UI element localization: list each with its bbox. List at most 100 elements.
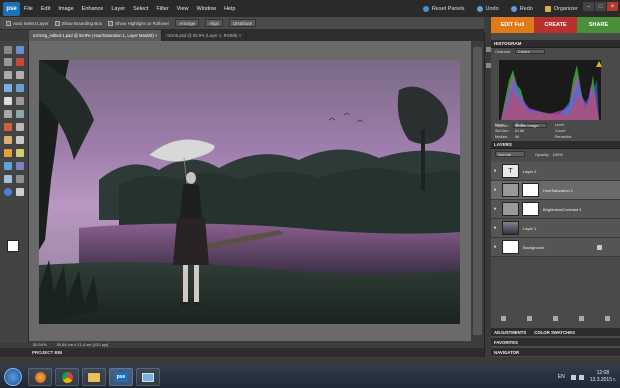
- menu-edit[interactable]: Edit: [41, 6, 50, 12]
- gradient-tool-icon[interactable]: [16, 162, 24, 170]
- minimize-button[interactable]: –: [583, 2, 594, 11]
- shape-tool-icon[interactable]: [4, 175, 12, 183]
- zoom-level[interactable]: 50.94%: [33, 342, 47, 347]
- highlight-checkbox[interactable]: [108, 20, 114, 26]
- visibility-eye-icon[interactable]: ●: [491, 244, 499, 250]
- straighten-tool-icon[interactable]: [16, 110, 24, 118]
- reset-panels-button[interactable]: Reset Panels: [422, 5, 465, 12]
- project-bin-bar[interactable]: PROJECT BIN: [0, 348, 484, 357]
- zoom-tool-icon[interactable]: [16, 46, 24, 54]
- lock-layer-icon[interactable]: [527, 315, 533, 321]
- recompose-tool-icon[interactable]: [4, 110, 12, 118]
- new-layer-icon[interactable]: [552, 315, 558, 321]
- blend-mode-select[interactable]: Normal: [495, 151, 525, 157]
- taskbar-pse[interactable]: pse: [109, 368, 133, 386]
- close-button[interactable]: ×: [607, 2, 618, 11]
- background-layer-thumbnail: [502, 240, 519, 254]
- visibility-eye-icon[interactable]: ●: [491, 206, 499, 212]
- scrollbar-thumb[interactable]: [473, 47, 482, 335]
- share-mode-button[interactable]: SHARE: [577, 17, 620, 33]
- opacity-value[interactable]: 100%: [553, 152, 563, 157]
- healing-brush-icon[interactable]: [16, 123, 24, 131]
- maximize-button[interactable]: □: [595, 2, 606, 11]
- move-tool-icon[interactable]: [4, 46, 12, 54]
- menu-help[interactable]: Help: [224, 6, 235, 12]
- taskbar-explorer[interactable]: [82, 368, 106, 386]
- tab-adjustments[interactable]: ADJUSTMENTS: [494, 330, 526, 335]
- photoshop-elements-window: pse File Edit Image Enhance Layer Select…: [0, 0, 620, 388]
- type-tool-icon[interactable]: [4, 97, 12, 105]
- menu-filter[interactable]: Filter: [156, 6, 168, 12]
- taskbar-chrome[interactable]: [55, 368, 79, 386]
- visibility-eye-icon[interactable]: ●: [491, 187, 499, 193]
- document-size: 40,64 cm x 21,4 cm (120 ppi): [56, 342, 109, 347]
- pencil-tool-icon[interactable]: [16, 149, 24, 157]
- toolbox: [0, 41, 29, 343]
- paint-bucket-icon[interactable]: [4, 162, 12, 170]
- menu-file[interactable]: File: [24, 6, 33, 12]
- clone-stamp-icon[interactable]: [4, 136, 12, 144]
- brush-tool-icon[interactable]: [4, 149, 12, 157]
- organizer-button[interactable]: Organizer: [544, 5, 578, 12]
- foreground-color-swatch[interactable]: [7, 240, 19, 252]
- tab-document-2[interactable]: mOnS.psd @ 50.9% (Layer 1, RGB/8) ×: [162, 30, 247, 41]
- histogram-header[interactable]: HISTOGRAM: [491, 40, 620, 48]
- smart-brush-icon[interactable]: [16, 188, 24, 196]
- eraser-icon[interactable]: [16, 136, 24, 144]
- marquee-tool-icon[interactable]: [4, 71, 12, 79]
- link-layers-icon[interactable]: [501, 315, 507, 321]
- redo-icon: [510, 5, 517, 12]
- favorites-panel-header[interactable]: FAVORITES: [491, 338, 620, 346]
- blur-tool-icon[interactable]: [16, 175, 24, 183]
- arrange-button[interactable]: Arrange: [175, 19, 200, 27]
- layer-row[interactable]: ● Brightness/Contrast 1: [491, 200, 620, 219]
- auto-select-checkbox[interactable]: [6, 20, 11, 26]
- menu-view[interactable]: View: [177, 6, 189, 12]
- layer-mask-thumbnail[interactable]: [522, 202, 539, 216]
- adjustment-layer-button-icon[interactable]: [578, 315, 584, 321]
- layers-header[interactable]: LAYERS: [491, 141, 620, 149]
- red-eye-tool-icon[interactable]: [4, 123, 12, 131]
- crop-tool-icon[interactable]: [16, 97, 24, 105]
- tab-color-swatches[interactable]: COLOR SWATCHES: [534, 330, 575, 335]
- visibility-eye-icon[interactable]: ●: [491, 168, 499, 174]
- magic-wand-icon[interactable]: [4, 84, 12, 92]
- menu-window[interactable]: Window: [197, 6, 217, 12]
- layer-mask-thumbnail[interactable]: [522, 183, 539, 197]
- redo-button[interactable]: Redo: [510, 5, 533, 12]
- clock-time: 12:08: [596, 370, 610, 376]
- distribute-button[interactable]: Distribute: [229, 19, 257, 27]
- align-button[interactable]: Align: [205, 19, 224, 27]
- layer-row[interactable]: ● Background: [491, 238, 620, 257]
- undo-button[interactable]: Undo: [476, 5, 499, 12]
- clock[interactable]: 12:08 13.3.2015 г.: [590, 370, 616, 384]
- navigator-panel-header[interactable]: NAVIGATOR: [491, 348, 620, 356]
- hand-tool-icon[interactable]: [4, 58, 12, 66]
- visibility-eye-icon[interactable]: ●: [491, 225, 499, 231]
- document-image[interactable]: [39, 60, 460, 324]
- layer-row[interactable]: ● T Layer 2: [491, 162, 620, 181]
- layer-row[interactable]: ● Hue/Saturation 1: [491, 181, 620, 200]
- sponge-tool-icon[interactable]: [4, 188, 12, 196]
- bounding-box-checkbox[interactable]: [54, 20, 60, 26]
- quick-selection-icon[interactable]: [16, 84, 24, 92]
- eyedropper-icon[interactable]: [16, 58, 24, 66]
- edit-mode-button[interactable]: EDIT Full: [491, 17, 534, 33]
- canvas-vertical-scrollbar[interactable]: [471, 41, 484, 341]
- language-indicator[interactable]: EN: [558, 374, 565, 380]
- taskbar-firefox[interactable]: [28, 368, 52, 386]
- menu-select[interactable]: Select: [133, 6, 148, 12]
- network-icon[interactable]: [570, 374, 576, 380]
- volume-icon[interactable]: [578, 374, 584, 380]
- tab-document-1[interactable]: mOnSg_edited-1.psd @ 50.9% (Hue/Saturati…: [29, 30, 163, 41]
- menu-enhance[interactable]: Enhance: [82, 6, 104, 12]
- menu-image[interactable]: Image: [58, 6, 73, 12]
- lasso-tool-icon[interactable]: [16, 71, 24, 79]
- start-button[interactable]: [4, 368, 22, 386]
- layer-row[interactable]: ● Layer 1: [491, 219, 620, 238]
- delete-layer-icon[interactable]: [604, 315, 610, 321]
- taskbar-photos[interactable]: [136, 368, 160, 386]
- create-mode-button[interactable]: CREATE: [534, 17, 577, 33]
- menu-layer[interactable]: Layer: [111, 6, 125, 12]
- channel-select[interactable]: Colors: [515, 49, 546, 54]
